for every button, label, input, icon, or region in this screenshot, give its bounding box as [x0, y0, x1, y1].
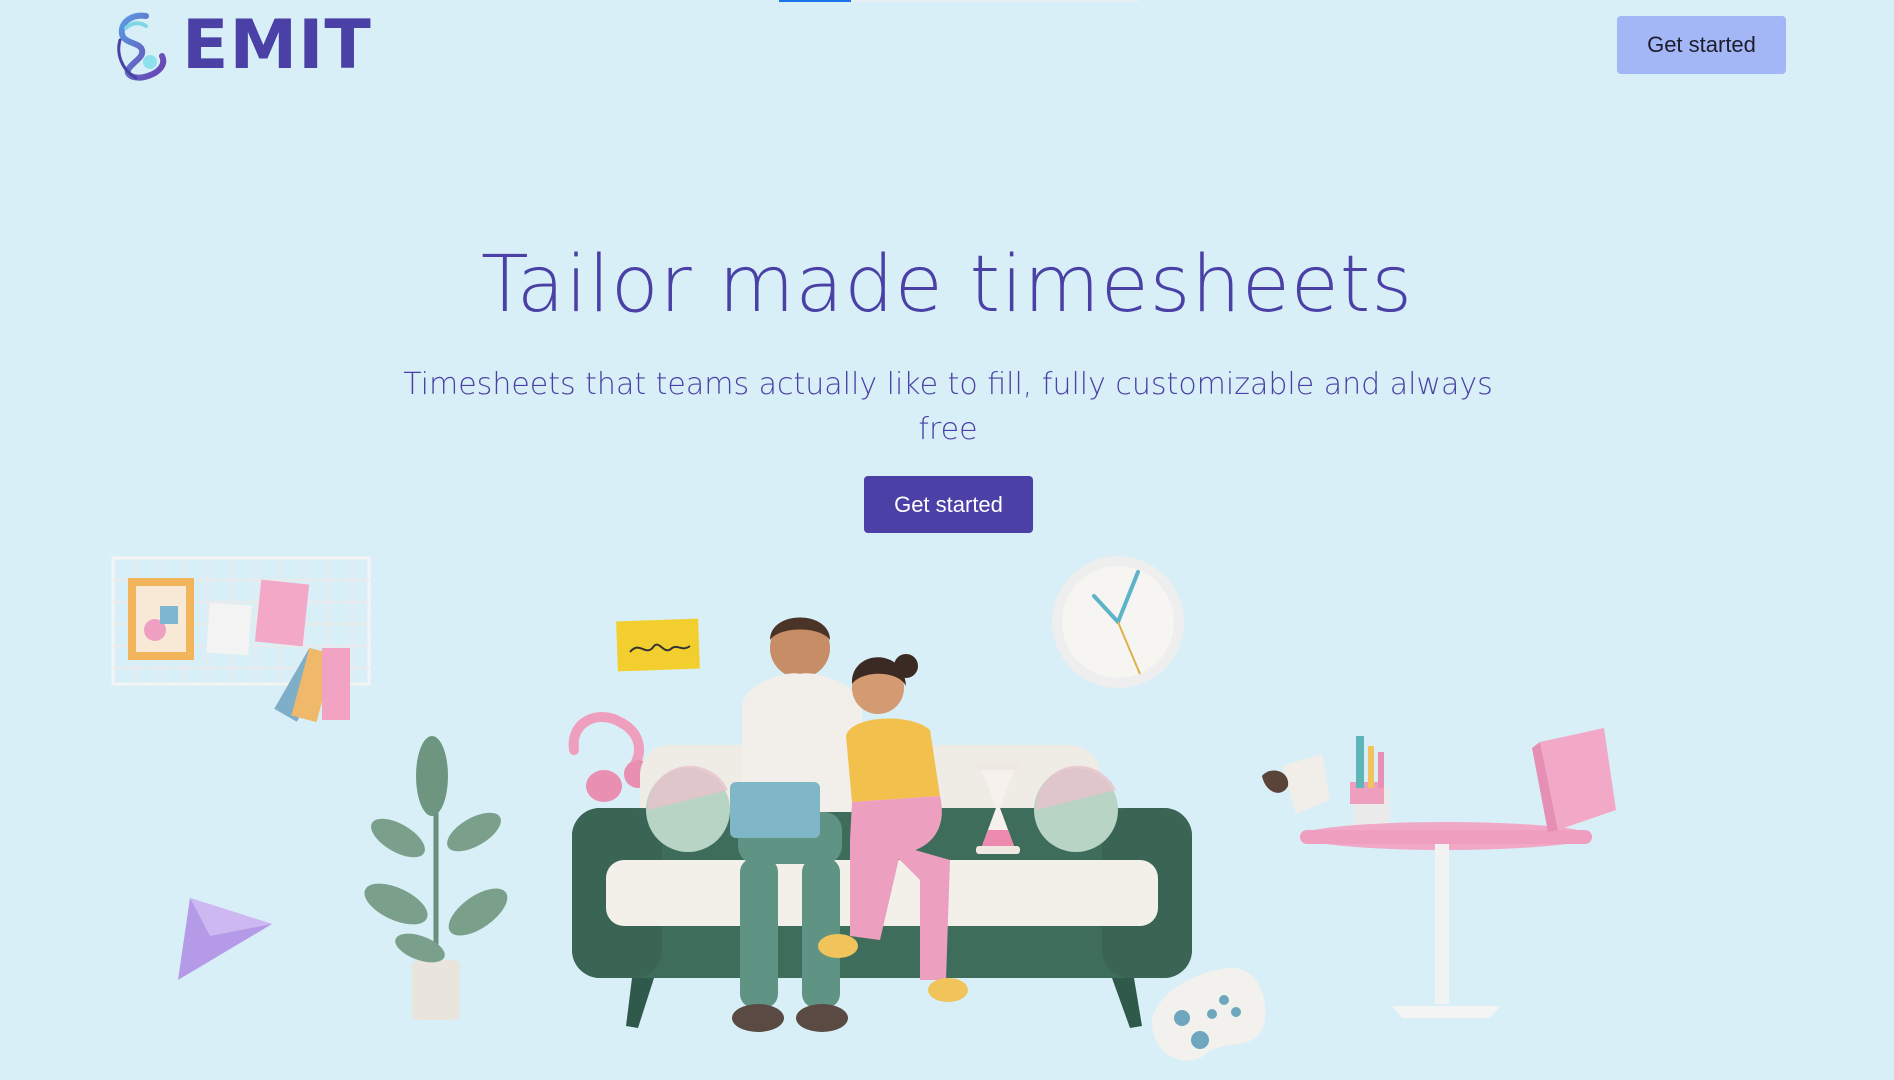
table-icon	[1300, 728, 1616, 1018]
sticky-note-icon	[616, 618, 700, 672]
hero-title: Tailor made timesheets	[480, 240, 1414, 330]
game-controller-icon	[1151, 967, 1266, 1061]
site-header: EMIT Get started	[0, 0, 1894, 90]
pencil-cup-icon	[1350, 736, 1390, 830]
paper-plane-icon	[178, 898, 272, 980]
hero-subtitle: Timesheets that teams actually like to f…	[403, 367, 1493, 447]
mug-icon	[1262, 754, 1330, 814]
header-get-started-button[interactable]: Get started	[1617, 16, 1786, 74]
hero-get-started-button[interactable]: Get started	[864, 476, 1033, 533]
emit-logo-icon	[117, 12, 167, 81]
brand-name: EMIT	[182, 6, 372, 85]
couple-on-sofa-illustration	[0, 540, 1894, 1080]
clock-icon	[1052, 556, 1184, 688]
pegboard-icon	[111, 556, 371, 723]
brand-logo[interactable]: EMIT	[110, 8, 372, 84]
plant-icon	[364, 736, 508, 1020]
